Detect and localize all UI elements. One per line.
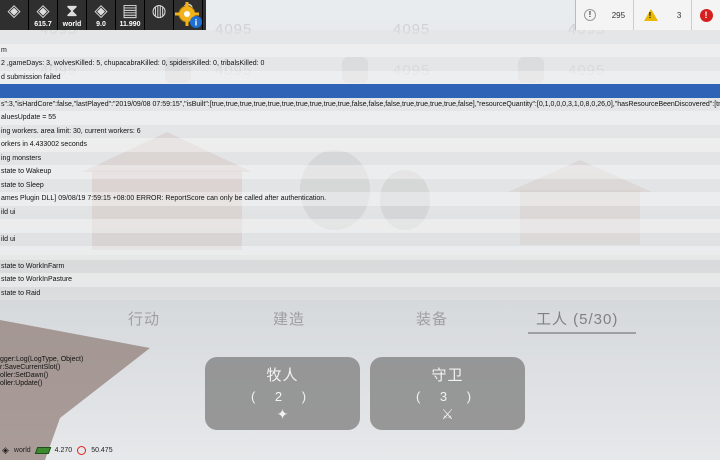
toolbar-cell[interactable]: ◈: [0, 0, 29, 30]
console-row[interactable]: s":3,"isHardCore":false,"lastPlayed":"20…: [0, 97, 720, 111]
toolbar-cell[interactable]: ◈ 9.0: [87, 0, 116, 30]
guard-job-button[interactable]: 守卫 ( 3 ) ⚔: [370, 357, 525, 430]
gauge-value: 50.475: [91, 446, 113, 454]
stack-trace-line: r:SaveCurrentSlot(): [0, 364, 61, 371]
console-row[interactable]: state to WorkInPasture: [0, 273, 720, 287]
stack-trace: gger:Log(LogType, Object) r:SaveCurrentSl…: [0, 356, 140, 388]
warning-filter-toggle[interactable]: ! 3: [634, 0, 692, 30]
console-row[interactable]: orkers in 4.433002 seconds: [0, 138, 720, 152]
speed-gauge-icon: ◍: [151, 1, 167, 20]
info-count: 295: [611, 10, 626, 20]
unity-logo-icon: ◈: [2, 444, 9, 455]
console-row[interactable]: m: [0, 43, 720, 57]
tab-build[interactable]: 建造: [273, 308, 305, 329]
memory-chip-icon: ▤: [121, 1, 139, 20]
console-row[interactable]: state to Wakeup: [0, 165, 720, 179]
console-row[interactable]: d submission failed: [0, 70, 720, 84]
toolbar-cell[interactable]: ◈ 615.7: [29, 0, 58, 30]
info-filter-toggle[interactable]: ! 295: [576, 0, 634, 30]
unity-logo-icon: ◈: [36, 1, 50, 20]
console-row[interactable]: ing workers. area limit: 30, current wor…: [0, 124, 720, 138]
stack-trace-line: gger:Log(LogType, Object): [0, 356, 84, 363]
tab-action[interactable]: 行动: [128, 308, 160, 329]
console-counters: ! 295 ! 3 !: [575, 0, 720, 30]
toolbar-cell[interactable]: ⧗ world: [58, 0, 87, 30]
unity-logo-icon: ◈: [94, 1, 108, 20]
toolbar-cell-value: 9.0: [96, 21, 106, 28]
console-row[interactable]: state to Sleep: [0, 178, 720, 192]
world-label: world: [13, 446, 31, 454]
warning-count: 3: [676, 10, 682, 20]
gear-info-icon[interactable]: i: [175, 1, 203, 29]
memory-value: 4.270: [54, 446, 73, 454]
speed-gauge-icon: [77, 445, 87, 455]
console-row[interactable]: [0, 219, 720, 233]
job-title: 牧人: [266, 367, 299, 384]
herder-job-button[interactable]: 牧人 ( 2 ) ✦: [205, 357, 360, 430]
console-log[interactable]: m2 ,gameDays: 3, wolvesKilled: 5, chupac…: [0, 30, 720, 300]
info-icon: !: [583, 9, 596, 21]
error-icon: !: [699, 8, 713, 22]
job-count: ( 2 ): [250, 389, 315, 404]
console-row[interactable]: aluesUpdate = 55: [0, 111, 720, 125]
svg-text:i: i: [195, 18, 198, 28]
pasture-icon: ✦: [276, 406, 289, 422]
memory-chip-icon: [34, 446, 51, 454]
console-row[interactable]: ild ui: [0, 232, 720, 246]
console-row[interactable]: 2 ,gameDays: 3, wolvesKilled: 5, chupaca…: [0, 57, 720, 71]
error-filter-toggle[interactable]: !: [692, 0, 720, 30]
console-row[interactable]: ild ui: [0, 205, 720, 219]
active-tab-underline: [528, 332, 636, 334]
console-row[interactable]: state to Raid: [0, 286, 720, 300]
stack-trace-line: oller:Update(): [0, 380, 43, 387]
toolbar-cell-value: world: [62, 21, 82, 28]
console-row-selected[interactable]: [0, 84, 720, 98]
stack-trace-line: oller:SetDawn(): [0, 372, 49, 379]
status-bar: ◈ world 4.270 50.475: [0, 443, 113, 457]
warning-icon: !: [643, 9, 658, 21]
unity-logo-icon: ◈: [7, 1, 21, 20]
guard-icon: ⚔: [441, 406, 454, 422]
toolbar-cell-value: 615.7: [34, 21, 52, 28]
console-row[interactable]: ing monsters: [0, 151, 720, 165]
console-row[interactable]: [0, 30, 720, 44]
top-toolbar: ◈◈615.7⧗world◈9.0▤11.990◍⚲ i ! 295 ! 3 !: [0, 0, 720, 30]
toolbar-cell[interactable]: ◍: [145, 0, 174, 30]
job-title: 守卫: [431, 367, 464, 384]
console-row[interactable]: ames Plugin DLL] 09/08/19 7:59:15 +08:00…: [0, 192, 720, 206]
tab-equipment[interactable]: 装备: [416, 308, 448, 329]
toolbar-cell[interactable]: ▤ 11.990: [116, 0, 145, 30]
job-count: ( 3 ): [415, 389, 480, 404]
console-row[interactable]: state to WorkInFarm: [0, 259, 720, 273]
hourglass-icon: ⧗: [66, 1, 78, 20]
toolbar-cell-value: 11.990: [119, 21, 141, 28]
tab-workers[interactable]: 工人 (5/30): [536, 308, 618, 329]
worker-tabs: 行动 建造 装备 工人 (5/30): [60, 304, 720, 334]
console-row[interactable]: [0, 246, 720, 260]
cliff-shape: [0, 320, 150, 460]
